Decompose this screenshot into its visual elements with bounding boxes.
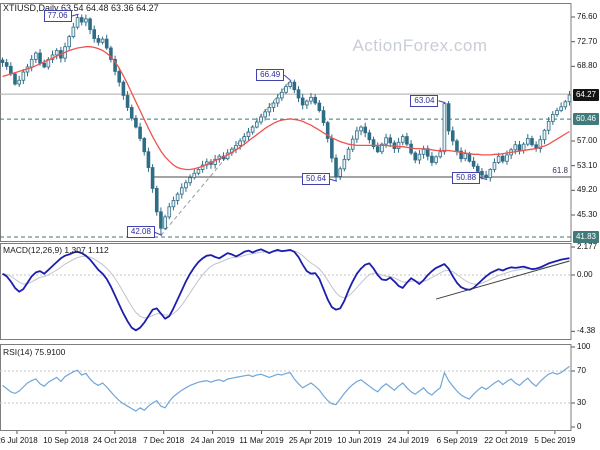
chart-plot-area[interactable]: [0, 3, 571, 431]
chart-window: ActionForex.com XTIUSD,Daily 63.54 64.48…: [0, 0, 600, 450]
